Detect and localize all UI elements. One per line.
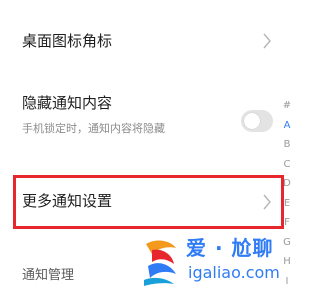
alphabet-index-letter[interactable]: A: [279, 116, 295, 136]
alphabet-index-letter[interactable]: E: [279, 194, 295, 214]
watermark-url: igaliao.com: [188, 263, 280, 282]
alphabet-index-letter[interactable]: B: [279, 135, 295, 155]
chevron-right-icon: [262, 31, 272, 51]
settings-screen: 桌面图标角标 隐藏通知内容 手机锁定时，通知内容将隐藏 更多通知设置 通知管理 …: [0, 0, 295, 300]
watermark-logo-icon: [140, 236, 184, 286]
toggle-knob: [244, 113, 260, 129]
alphabet-index-letter[interactable]: F: [279, 213, 295, 233]
notification-management-label: 通知管理: [22, 268, 75, 283]
alphabet-index-letter[interactable]: C: [279, 155, 295, 175]
hide-notification-content-toggle[interactable]: [241, 110, 273, 132]
watermark-text: 爱 · 尬聊: [186, 236, 274, 260]
desktop-icon-badge-item[interactable]: 桌面图标角标: [0, 0, 272, 80]
hide-notification-content-description: 手机锁定时，通知内容将隐藏: [22, 122, 165, 135]
desktop-icon-badge-label: 桌面图标角标: [22, 32, 113, 50]
highlight-box: [13, 175, 284, 229]
hide-notification-content-label: 隐藏通知内容: [22, 94, 113, 112]
hide-notification-content-item[interactable]: 隐藏通知内容 手机锁定时，通知内容将隐藏: [0, 82, 272, 150]
alphabet-index-letter[interactable]: D: [279, 174, 295, 194]
watermark: 爱 · 尬聊 igaliao.com: [140, 234, 290, 294]
alphabet-index-letter[interactable]: #: [279, 96, 295, 116]
